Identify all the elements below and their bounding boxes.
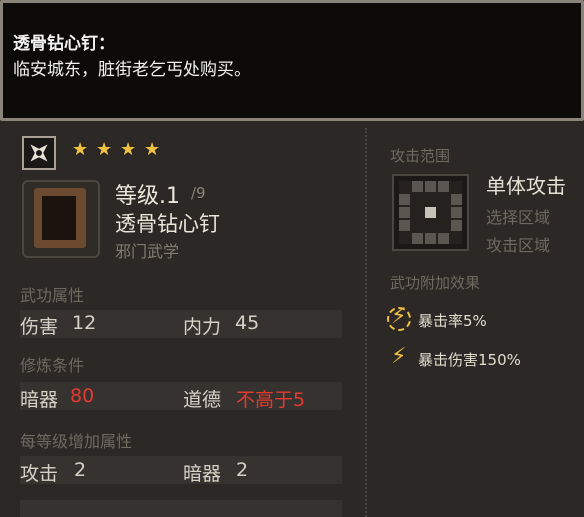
damage-value: 12 — [72, 312, 97, 334]
range-title: 攻击范围 — [390, 147, 451, 165]
hidden-weapon-bonus-value: 2 — [236, 459, 249, 481]
hidden-weapon-label: 暗器 — [20, 389, 59, 411]
damage-label: 伤害 — [20, 316, 59, 338]
skill-level-max: /9 — [191, 184, 206, 202]
morality-label: 道德 — [183, 389, 222, 411]
tooltip-title: 透骨钻心钉： — [13, 34, 115, 54]
range-grid — [399, 181, 462, 244]
star-icon: ★ — [72, 139, 89, 160]
requirements-title: 修炼条件 — [20, 356, 85, 375]
internal-value: 45 — [235, 312, 260, 334]
internal-label: 内力 — [183, 316, 222, 338]
skill-name: 透骨钻心钉 — [115, 212, 220, 236]
book-cover — [42, 196, 76, 240]
per-level-row — [20, 456, 342, 484]
next-row — [20, 500, 342, 517]
attributes-title: 武功属性 — [20, 286, 85, 305]
effect-crit-damage: 暴击伤害150% — [418, 351, 521, 369]
star-icon: ★ — [144, 139, 161, 160]
attack-value: 2 — [74, 459, 87, 481]
hidden-weapon-bonus-label: 暗器 — [183, 463, 222, 485]
star-icon: ★ — [96, 139, 113, 160]
attributes-row — [20, 310, 342, 338]
per-level-title: 每等级增加属性 — [20, 432, 133, 451]
item-tooltip: 透骨钻心钉： 临安城东，脏街老乞丐处购买。 — [0, 0, 584, 121]
effects-title: 武功附加效果 — [390, 274, 481, 292]
column-divider — [365, 128, 367, 517]
attack-label: 攻击 — [20, 463, 59, 485]
lightning-icon: ⚡ — [391, 344, 407, 369]
skill-school: 邪门武学 — [115, 242, 180, 261]
range-type: 单体攻击 — [486, 174, 566, 198]
effect-crit-rate: 暴击率5% — [418, 312, 487, 330]
hidden-weapon-requirement: 80 — [70, 385, 95, 407]
tooltip-body: 临安城东，脏街老乞丐处购买。 — [13, 60, 251, 80]
attack-area-label: 攻击区域 — [486, 236, 551, 255]
star-icon: ★ — [120, 139, 137, 160]
shuriken-icon — [22, 136, 56, 170]
lightning-icon: ⚡ — [391, 304, 407, 329]
select-area-label: 选择区域 — [486, 208, 551, 227]
morality-requirement: 不高于5 — [236, 389, 306, 411]
skill-level: 等级.1 — [115, 184, 180, 209]
